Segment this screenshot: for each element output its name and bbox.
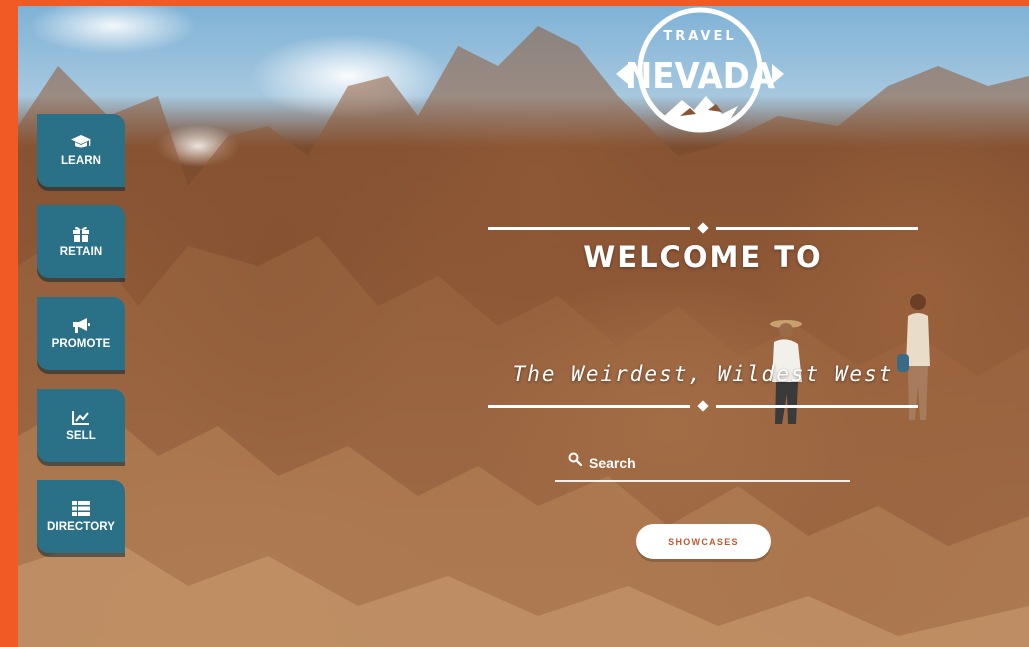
nav-directory-label: DIRECTORY	[47, 521, 115, 533]
graduation-cap-icon	[71, 134, 91, 150]
megaphone-icon	[71, 317, 91, 333]
logo-nevada-text: NEVADA	[625, 56, 775, 97]
canyon-rock-formations	[18, 26, 1029, 647]
nav-retain-button[interactable]: RETAIN	[37, 205, 125, 278]
logo-travel-text: TRAVEL	[663, 29, 736, 44]
chart-line-icon	[71, 409, 91, 425]
list-icon	[71, 500, 91, 516]
search-input[interactable]	[589, 451, 839, 475]
travel-nevada-logo: TRAVEL NEVADA	[616, 7, 784, 133]
showcases-button[interactable]: SHOWCASES	[636, 524, 771, 559]
tagline: The Weirdest, Wildest West	[512, 362, 894, 386]
nav-promote-label: PROMOTE	[51, 338, 111, 350]
nav-retain-label: RETAIN	[59, 246, 103, 258]
nav-learn-label: LEARN	[60, 155, 102, 167]
nav-promote-button[interactable]: PROMOTE	[37, 297, 125, 370]
divider-top-left	[488, 227, 690, 230]
divider-bottom-right	[716, 405, 918, 408]
hero-background	[18, 6, 1029, 647]
search-icon[interactable]	[568, 452, 582, 466]
divider-bottom-left	[488, 405, 690, 408]
nav-sell-button[interactable]: SELL	[37, 389, 125, 462]
welcome-heading: WELCOME TO	[583, 240, 823, 274]
nav-directory-button[interactable]: DIRECTORY	[37, 480, 125, 553]
divider-top-right	[716, 227, 918, 230]
search-bar[interactable]	[555, 448, 850, 482]
nav-learn-button[interactable]: LEARN	[37, 114, 125, 187]
gift-icon	[71, 225, 91, 242]
nav-sell-label: SELL	[66, 430, 96, 442]
